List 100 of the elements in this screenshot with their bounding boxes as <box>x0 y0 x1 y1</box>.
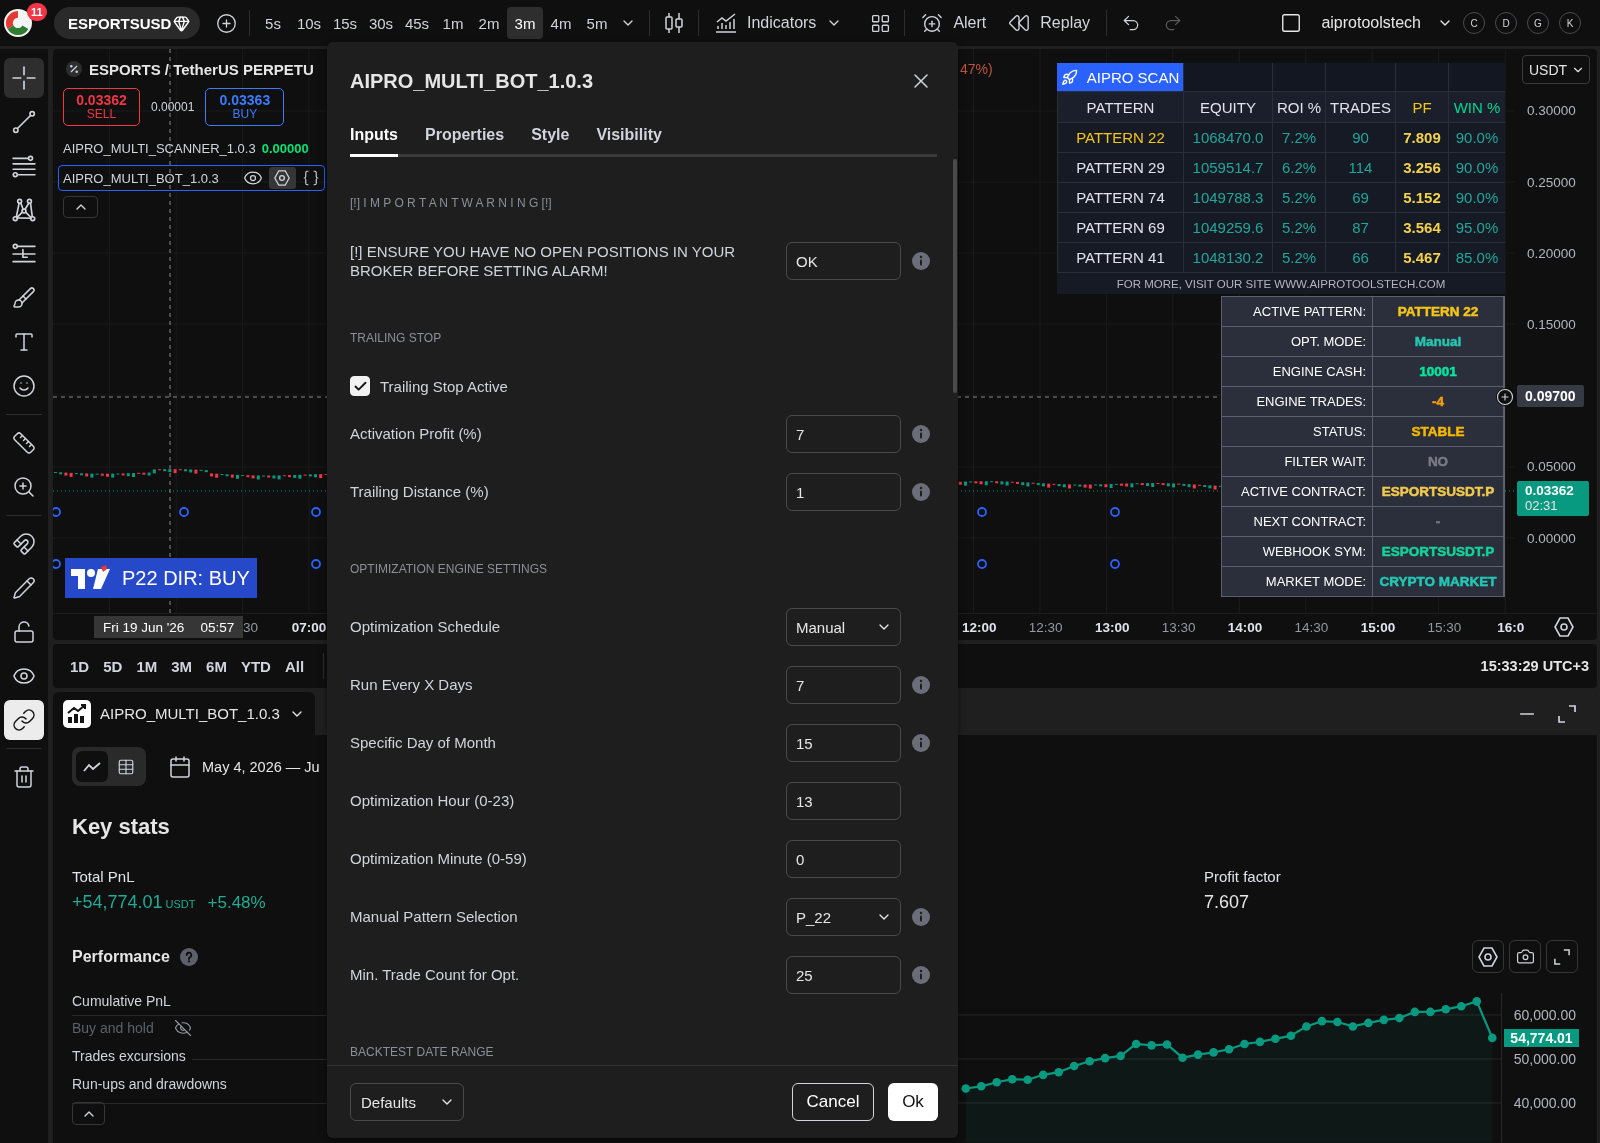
input-field[interactable]: 15 <box>786 724 901 762</box>
interval-button[interactable]: 5s <box>255 7 291 39</box>
info-icon[interactable] <box>912 676 930 694</box>
line-tool-icon[interactable] <box>12 110 36 134</box>
info-icon[interactable] <box>912 966 930 984</box>
dialog-tab[interactable]: Style <box>531 120 570 157</box>
help-icon[interactable] <box>179 947 198 966</box>
tool-button[interactable] <box>4 58 44 98</box>
study-name[interactable]: AIPRO_MULTI_BOT_1.0.3 <box>63 170 219 186</box>
settings-icon[interactable] <box>1478 946 1498 967</box>
info-icon[interactable] <box>912 483 930 501</box>
replay-button[interactable]: Replay <box>1000 6 1099 40</box>
interval-button[interactable]: 5m <box>579 7 615 39</box>
brush-icon[interactable] <box>12 286 36 310</box>
add-circle-icon[interactable] <box>215 12 237 34</box>
horizontal-lines-icon[interactable] <box>12 154 36 178</box>
input-field[interactable]: 25 <box>786 956 901 994</box>
interval-button[interactable]: 10s <box>291 7 327 39</box>
magnet-icon[interactable] <box>12 532 36 556</box>
strategy-tab[interactable]: AIPRO_MULTI_BOT_1.0.3 <box>53 692 315 735</box>
info-icon[interactable] <box>912 734 930 752</box>
link-icon[interactable] <box>12 708 36 732</box>
interval-button[interactable]: 15s <box>327 7 363 39</box>
fullscreen-button[interactable] <box>1546 940 1578 973</box>
input-field[interactable]: 1 <box>786 473 901 511</box>
chart-view-button[interactable] <box>76 751 108 782</box>
study-name[interactable]: AIPRO_MULTI_SCANNER_1.0.3 <box>63 140 256 156</box>
expand-icon[interactable] <box>1558 704 1576 723</box>
alarm-clock-icon[interactable] <box>921 12 944 34</box>
dialog-tab[interactable]: Properties <box>425 120 505 157</box>
symbol-search-button[interactable]: ESPORTSUSD <box>54 7 200 39</box>
diamond-icon[interactable] <box>173 14 190 32</box>
dropdown[interactable]: P_22 <box>786 898 901 936</box>
interval-button[interactable]: 4m <box>543 7 579 39</box>
interval-button[interactable]: 45s <box>399 7 435 39</box>
settings-icon[interactable] <box>274 170 291 186</box>
range-button[interactable]: 3M <box>164 651 200 681</box>
indicators-button[interactable]: Indicators <box>707 6 851 40</box>
calendar-icon[interactable] <box>168 754 192 779</box>
defaults-dropdown[interactable]: Defaults <box>350 1083 464 1121</box>
braces-icon[interactable] <box>302 169 320 187</box>
date-range-text[interactable]: May 4, 2026 — Ju <box>202 758 320 775</box>
range-button[interactable]: All <box>277 651 312 681</box>
input-field[interactable]: OK <box>786 242 901 280</box>
add-circle-icon[interactable] <box>1496 388 1514 406</box>
node-pattern-icon[interactable] <box>12 198 36 222</box>
square-icon[interactable] <box>1280 12 1303 34</box>
pencil-icon[interactable] <box>12 576 36 600</box>
camera-icon[interactable] <box>1515 947 1535 966</box>
settings-button[interactable] <box>268 167 296 189</box>
input-field[interactable]: 7 <box>786 415 901 453</box>
settings-icon[interactable] <box>1554 617 1574 637</box>
input-field[interactable]: 0 <box>786 840 901 878</box>
chart-icon[interactable] <box>715 13 737 33</box>
input-field[interactable]: 13 <box>786 782 901 820</box>
dialog-tab[interactable]: Visibility <box>596 120 662 157</box>
open-padlock-icon[interactable] <box>12 620 36 644</box>
range-button[interactable]: 1D <box>63 651 97 681</box>
line-chart-icon[interactable] <box>83 761 101 772</box>
interval-button[interactable]: 30s <box>363 7 399 39</box>
text-icon[interactable] <box>12 330 36 354</box>
input-field[interactable]: 7 <box>786 666 901 704</box>
layout-menu-button[interactable]: aiprotoolstech <box>1280 12 1453 34</box>
eye-off-icon[interactable] <box>173 1019 192 1038</box>
grid-icon[interactable] <box>869 12 891 34</box>
sell-button[interactable]: 0.03362 SELL <box>63 88 140 126</box>
tool-button[interactable] <box>4 700 44 740</box>
candlestick-icon[interactable] <box>664 12 684 34</box>
smiley-icon[interactable] <box>12 374 36 398</box>
scrollbar-thumb[interactable] <box>953 159 957 393</box>
range-button[interactable]: 5D <box>96 651 130 681</box>
dropdown[interactable]: Manual <box>786 608 901 646</box>
zoom-in-icon[interactable] <box>12 475 36 499</box>
crosshair-icon[interactable] <box>12 66 36 90</box>
expand-icon[interactable] <box>1554 948 1570 965</box>
range-button[interactable]: 6M <box>199 651 234 681</box>
range-button[interactable]: 1M <box>129 651 165 681</box>
series-toggle[interactable]: Trades excursions <box>72 1048 192 1064</box>
trash-icon[interactable] <box>12 765 36 789</box>
buy-button[interactable]: 0.03363 BUY <box>205 88 285 126</box>
info-icon[interactable] <box>912 252 930 270</box>
app-logo-icon[interactable] <box>4 9 32 37</box>
ruler-icon[interactable] <box>12 431 36 455</box>
interval-button[interactable]: 1m <box>435 7 471 39</box>
interval-button[interactable]: 2m <box>471 7 507 39</box>
info-icon[interactable] <box>912 908 930 926</box>
ok-button[interactable]: Ok <box>888 1083 938 1121</box>
interval-button[interactable]: 3m <box>507 7 543 39</box>
collapse-button[interactable] <box>63 196 98 218</box>
collapse-button[interactable] <box>72 1102 105 1126</box>
dialog-tab[interactable]: Inputs <box>350 120 398 157</box>
info-icon[interactable] <box>912 425 930 443</box>
range-button[interactable]: YTD <box>233 651 278 681</box>
chart-settings-button[interactable] <box>1472 940 1504 973</box>
alert-button[interactable]: Alert <box>913 6 995 40</box>
table-icon[interactable] <box>117 757 135 776</box>
currency-dropdown[interactable]: USDT <box>1522 55 1590 84</box>
snapshot-button[interactable] <box>1509 940 1541 973</box>
rewind-icon[interactable] <box>1008 12 1031 34</box>
study-row[interactable]: AIPRO_MULTI_BOT_1.0.3 <box>58 165 325 191</box>
